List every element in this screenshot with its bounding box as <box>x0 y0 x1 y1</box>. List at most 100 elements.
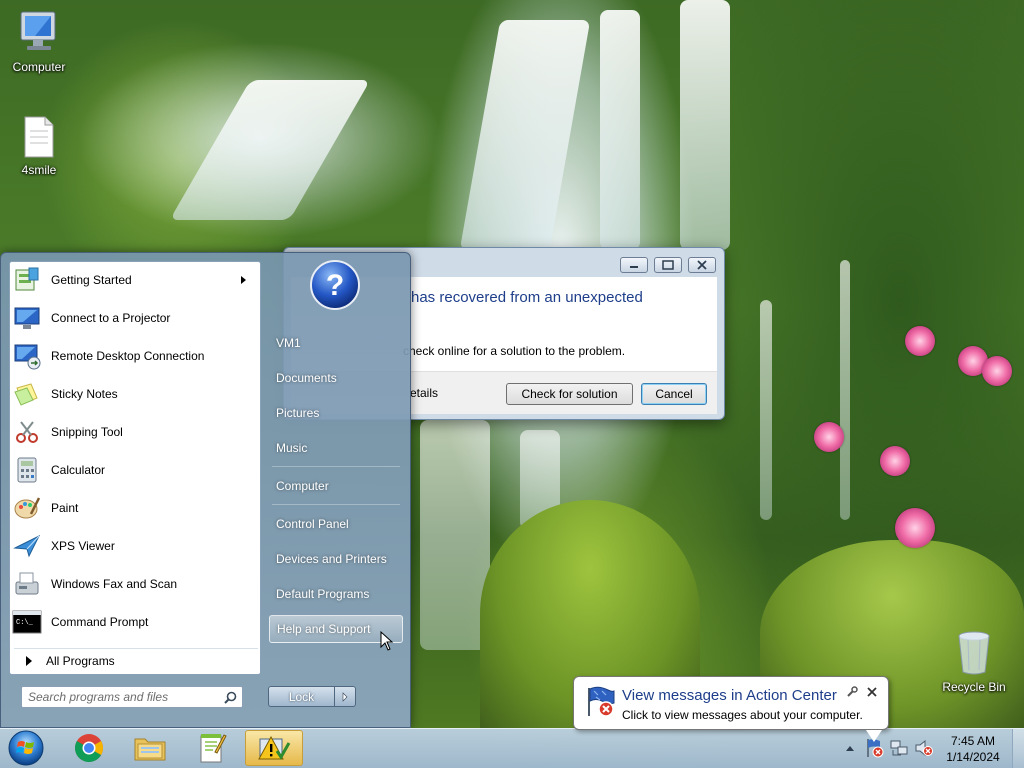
program-label: Connect to a Projector <box>51 311 171 325</box>
waterfall-streak <box>169 80 371 220</box>
chrome-icon <box>75 734 103 762</box>
volume-muted-icon[interactable] <box>914 739 934 757</box>
desktop-icon-recycle-bin[interactable]: Recycle Bin <box>938 630 1010 694</box>
desktop-icon-label: 4smile <box>21 163 57 177</box>
taskbar-chrome[interactable] <box>60 730 118 766</box>
help-icon: ? <box>310 260 360 310</box>
program-label: Calculator <box>51 463 106 477</box>
balloon-subtitle: Click to view messages about your comput… <box>622 708 863 722</box>
calculator-icon <box>12 456 42 484</box>
all-programs-arrow-icon <box>26 655 32 666</box>
file-explorer-icon <box>134 738 166 761</box>
flower <box>905 326 935 356</box>
clock[interactable]: 7:45 AM 1/14/2024 <box>940 733 1006 765</box>
command-prompt-icon: C:\_ <box>12 608 42 636</box>
desktop-icon-computer[interactable]: Computer <box>3 10 75 74</box>
desktop-icon-label: Computer <box>12 60 66 74</box>
start-button[interactable] <box>6 729 46 767</box>
paint-icon <box>12 494 42 522</box>
waterfall-streak <box>680 0 730 250</box>
minimize-button[interactable] <box>620 257 648 273</box>
dialog-message: check online for a solution to the probl… <box>403 344 626 358</box>
waterfall-streak <box>840 260 850 520</box>
program-item-remote-desktop[interactable]: Remote Desktop Connection <box>12 338 256 374</box>
recycle-bin-icon <box>958 631 990 675</box>
maximize-button[interactable] <box>654 257 682 273</box>
search-icon <box>224 691 237 704</box>
close-icon[interactable] <box>866 686 878 698</box>
program-item-sticky-notes[interactable]: Sticky Notes <box>12 376 256 412</box>
balloon-title: View messages in Action Center <box>622 687 837 704</box>
shutdown-options-arrow-icon[interactable] <box>335 687 355 706</box>
program-item-command-prompt[interactable]: C:\_ Command Prompt <box>12 604 256 640</box>
action-center-balloon[interactable]: View messages in Action Center Click to … <box>573 676 889 742</box>
separator <box>272 466 400 467</box>
program-label: Paint <box>51 501 79 515</box>
start-link-vm1[interactable]: VM1 <box>269 329 403 357</box>
start-link-music[interactable]: Music <box>269 434 403 462</box>
flower <box>880 446 910 476</box>
program-label: Snipping Tool <box>51 425 123 439</box>
lock-button[interactable]: Lock <box>268 686 356 707</box>
svg-text:?: ? <box>326 269 344 302</box>
clock-date: 1/14/2024 <box>946 750 1000 764</box>
dialog-title: has recovered from an unexpected <box>411 289 643 306</box>
lock-label: Lock <box>269 687 335 706</box>
taskbar-file-explorer[interactable] <box>121 730 179 766</box>
waterfall-streak <box>459 20 591 250</box>
start-link-control-panel[interactable]: Control Panel <box>269 510 403 538</box>
separator <box>272 504 400 505</box>
taskbar-notepad-plus-plus[interactable] <box>183 730 241 766</box>
program-label: XPS Viewer <box>51 539 115 553</box>
action-center-flag-icon <box>588 686 615 717</box>
waterfall-streak <box>760 300 772 520</box>
desktop-icon-4smile[interactable]: 4smile <box>3 115 75 177</box>
close-icon <box>697 260 707 270</box>
remote-desktop-icon <box>12 342 42 370</box>
snipping-tool-icon <box>12 418 42 446</box>
mouse-cursor-icon <box>380 631 394 651</box>
desktop-icon-label: Recycle Bin <box>942 680 1006 694</box>
fax-scan-icon <box>12 570 42 598</box>
program-label: Remote Desktop Connection <box>51 349 205 363</box>
program-item-connect-projector[interactable]: Connect to a Projector <box>12 300 256 336</box>
flower <box>982 356 1012 386</box>
check-for-solution-button[interactable]: Check for solution <box>506 383 633 405</box>
xps-viewer-icon <box>12 532 42 560</box>
search-input[interactable]: Search programs and files <box>21 686 243 708</box>
cancel-button[interactable]: Cancel <box>641 383 707 405</box>
dialog-details-link[interactable]: etails <box>410 386 438 400</box>
network-icon[interactable] <box>889 739 909 757</box>
taskbar-action-center-app[interactable] <box>245 730 303 766</box>
wrench-icon[interactable] <box>846 686 858 698</box>
all-programs-item[interactable]: All Programs <box>14 648 258 672</box>
show-hidden-icons-icon[interactable] <box>845 744 855 752</box>
program-item-xps-viewer[interactable]: XPS Viewer <box>12 528 256 564</box>
show-desktop-button[interactable] <box>1012 729 1024 768</box>
search-placeholder: Search programs and files <box>28 690 169 704</box>
program-item-calculator[interactable]: Calculator <box>12 452 256 488</box>
program-label: Command Prompt <box>51 615 149 629</box>
start-link-pictures[interactable]: Pictures <box>269 399 403 427</box>
projector-icon <box>12 304 42 332</box>
notepad-plus-plus-icon <box>200 734 227 763</box>
all-programs-label: All Programs <box>46 653 115 668</box>
start-link-documents[interactable]: Documents <box>269 364 403 392</box>
action-center-warning-icon <box>258 735 291 760</box>
program-label: Getting Started <box>51 273 132 287</box>
start-orb-icon <box>8 730 44 766</box>
start-link-devices-printers[interactable]: Devices and Printers <box>269 545 403 573</box>
start-link-computer[interactable]: Computer <box>269 472 403 500</box>
close-button[interactable] <box>688 257 716 273</box>
program-item-paint[interactable]: Paint <box>12 490 256 526</box>
svg-text:C:\_: C:\_ <box>16 619 34 627</box>
program-item-fax-scan[interactable]: Windows Fax and Scan <box>12 566 256 602</box>
program-item-getting-started[interactable]: Getting Started <box>12 262 256 298</box>
program-item-snipping-tool[interactable]: Snipping Tool <box>12 414 256 450</box>
balloon-tail <box>866 730 882 742</box>
waterfall-streak <box>600 10 640 250</box>
flower <box>814 422 844 452</box>
sticky-notes-icon <box>12 380 42 408</box>
program-label: Windows Fax and Scan <box>51 577 178 591</box>
start-link-default-programs[interactable]: Default Programs <box>269 580 403 608</box>
